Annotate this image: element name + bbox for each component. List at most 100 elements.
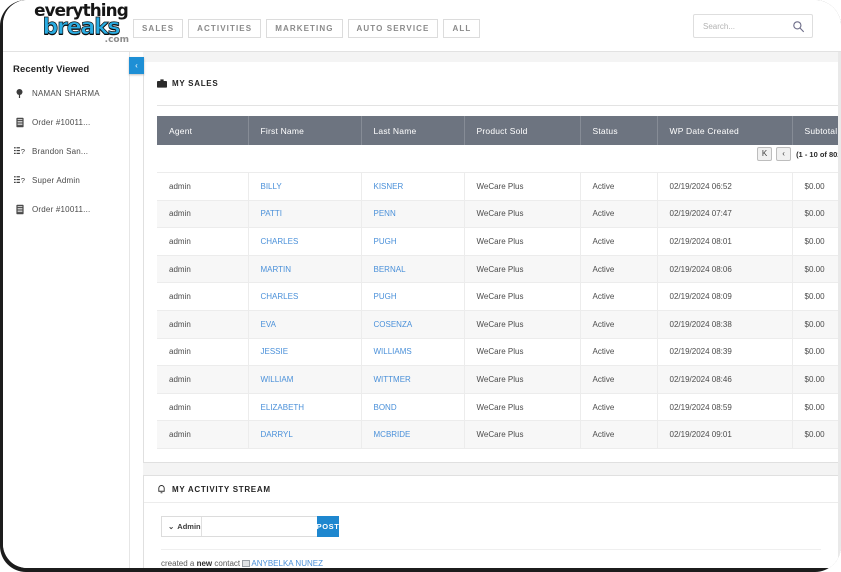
subtotal-cell: $0.00 [792, 255, 841, 284]
table-row[interactable]: admin CHARLES PUGH WeCare Plus Active 02/19/2… [157, 282, 841, 312]
last-name-cell-link[interactable]: PENN [374, 209, 396, 218]
column-header-wp-date-created[interactable]: WP Date Created [657, 116, 793, 145]
last-name-cell[interactable]: KISNER [361, 172, 465, 201]
activity-stream-title: MY ACTIVITY STREAM [172, 484, 271, 494]
last-name-cell-link[interactable]: MCBRIDE [374, 430, 411, 439]
column-header-first-name[interactable]: First Name [248, 116, 362, 145]
pagination-controls: K ‹ (1 - 10 of 802) › [757, 147, 841, 161]
sales-table-header-row: Agent First Name Last Name Product Sold … [157, 116, 841, 145]
sidebar-item-brandon-san[interactable]: ? Brandon San... [3, 140, 129, 162]
column-header-agent[interactable]: Agent [157, 116, 249, 145]
first-name-cell-link[interactable]: PATTI [261, 209, 282, 218]
first-name-cell-link[interactable]: JESSIE [261, 347, 289, 356]
first-name-cell[interactable]: MARTIN [248, 255, 362, 284]
global-search[interactable] [693, 14, 813, 38]
product-sold-cell: WeCare Plus [464, 200, 581, 229]
sidebar-item-super-admin[interactable]: ? Super Admin [3, 169, 129, 191]
sidebar-collapse-button[interactable]: ‹ [129, 57, 144, 74]
first-name-cell[interactable]: EVA [248, 310, 362, 339]
table-row[interactable]: admin JESSIE WILLIAMS WeCare Plus Active 02/1… [157, 338, 841, 367]
last-name-cell-link[interactable]: PUGH [374, 292, 397, 301]
nav-tab-auto-service[interactable]: AUTO SERVICE [347, 19, 439, 38]
activity-stream-header: MY ACTIVITY STREAM [144, 476, 841, 504]
last-name-cell-link[interactable]: WILLIAMS [374, 347, 412, 356]
first-name-cell-link[interactable]: DARRYL [261, 430, 293, 439]
agent-cell: admin [157, 393, 249, 422]
table-row[interactable]: admin BILLY KISNER WeCare Plus Active 02/19/2… [157, 172, 841, 201]
last-name-cell[interactable]: WILLIAMS [361, 338, 465, 367]
subtotal-cell: $0.00 [792, 200, 841, 229]
last-name-cell[interactable]: BOND [361, 393, 465, 422]
nav-tab-all[interactable]: ALL [443, 19, 481, 38]
bell-icon [157, 484, 167, 494]
activity-contact-link[interactable]: ANYBELKA NUNEZ [251, 559, 323, 568]
status-cell: Active [580, 200, 658, 229]
first-name-cell-link[interactable]: EVA [261, 320, 276, 329]
column-header-subtotal[interactable]: Subtotal [792, 116, 841, 145]
agent-cell: admin [157, 338, 249, 367]
agent-cell: admin [157, 227, 249, 256]
sidebar-item-order-1[interactable]: Order #10011... [3, 111, 129, 133]
sidebar-item-label: NAMAN SHARMA [32, 88, 100, 98]
table-row[interactable]: admin CHARLES PUGH WeCare Plus Active 02/19/2… [157, 227, 841, 256]
first-name-cell-link[interactable]: MARTIN [261, 265, 292, 274]
table-row[interactable]: admin WILLIAM WITTMER WeCare Plus Active 02/1… [157, 365, 841, 394]
sidebar-item-naman-sharma[interactable]: NAMAN SHARMA [3, 82, 129, 104]
nav-tab-sales[interactable]: SALES [133, 19, 184, 38]
table-row[interactable]: admin MARTIN BERNAL WeCare Plus Active 02/19/… [157, 255, 841, 284]
column-header-last-name[interactable]: Last Name [361, 116, 465, 145]
last-name-cell-link[interactable]: BOND [374, 403, 397, 412]
last-name-cell-link[interactable]: COSENZA [374, 320, 413, 329]
first-name-cell[interactable]: DARRYL [248, 420, 362, 450]
first-name-cell[interactable]: CHARLES [248, 282, 362, 312]
column-header-product-sold[interactable]: Product Sold [464, 116, 581, 145]
last-name-cell[interactable]: WITTMER [361, 365, 465, 394]
last-name-cell[interactable]: PUGH [361, 227, 465, 256]
last-name-cell[interactable]: COSENZA [361, 310, 465, 339]
contact-card-icon [242, 560, 251, 568]
top-header-bar: everything breaks .com SALES ACTIVITIES … [3, 0, 841, 52]
last-name-cell-link[interactable]: KISNER [374, 182, 404, 191]
last-name-cell-link[interactable]: WITTMER [374, 375, 411, 384]
composer-author-dropdown[interactable]: ⌄ Admin [162, 517, 202, 537]
nav-tab-activities[interactable]: ACTIVITIES [188, 19, 262, 38]
table-row[interactable]: admin EVA COSENZA WeCare Plus Active 02/19/20… [157, 310, 841, 339]
first-page-button[interactable]: K [757, 147, 773, 161]
last-name-cell[interactable]: MCBRIDE [361, 420, 465, 450]
table-row[interactable]: admin DARRYL MCBRIDE WeCare Plus Active 02/19… [157, 420, 841, 450]
first-name-cell[interactable]: ELIZABETH [248, 393, 362, 422]
status-cell: Active [580, 282, 658, 312]
first-name-cell-link[interactable]: BILLY [261, 182, 282, 191]
first-name-cell-link[interactable]: ELIZABETH [261, 403, 305, 412]
last-name-cell[interactable]: PENN [361, 200, 465, 229]
my-sales-title: MY SALES [172, 78, 219, 88]
first-name-cell-link[interactable]: CHARLES [261, 292, 299, 301]
sidebar-item-order-2[interactable]: Order #10011... [3, 198, 129, 220]
table-row[interactable]: admin PATTI PENN WeCare Plus Active 02/19/202… [157, 200, 841, 229]
subtotal-cell: $0.00 [792, 365, 841, 394]
first-name-cell[interactable]: JESSIE [248, 338, 362, 367]
first-name-cell[interactable]: CHARLES [248, 227, 362, 256]
first-name-cell-link[interactable]: WILLIAM [261, 375, 294, 384]
previous-page-button[interactable]: ‹ [776, 147, 792, 161]
last-name-cell[interactable]: PUGH [361, 282, 465, 312]
nav-tab-marketing[interactable]: MARKETING [266, 19, 343, 38]
main-content: MY SALES Agent First Name Last Name Prod… [143, 52, 841, 568]
brand-logo[interactable]: everything breaks .com [29, 2, 133, 49]
composer-text-input[interactable] [201, 517, 317, 537]
first-name-cell-link[interactable]: CHARLES [261, 237, 299, 246]
last-name-cell[interactable]: BERNAL [361, 255, 465, 284]
activity-bold-word: new [196, 559, 213, 568]
post-button[interactable]: POST [316, 516, 340, 538]
column-header-status[interactable]: Status [580, 116, 658, 145]
first-name-cell[interactable]: BILLY [248, 172, 362, 201]
app-screen: everything breaks .com SALES ACTIVITIES … [3, 0, 841, 568]
first-name-cell[interactable]: WILLIAM [248, 365, 362, 394]
table-row[interactable]: admin ELIZABETH BOND WeCare Plus Active 02/19… [157, 393, 841, 422]
sidebar-item-label: Brandon San... [32, 146, 89, 156]
last-name-cell-link[interactable]: PUGH [374, 237, 397, 246]
agent-cell: admin [157, 420, 249, 450]
search-input[interactable] [703, 15, 791, 37]
first-name-cell[interactable]: PATTI [248, 200, 362, 229]
last-name-cell-link[interactable]: BERNAL [374, 265, 406, 274]
